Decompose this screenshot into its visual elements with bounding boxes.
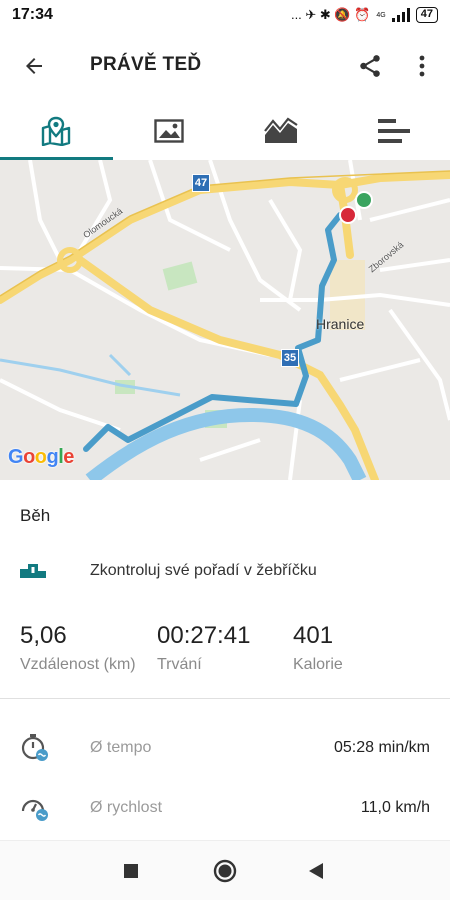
pace-icon <box>21 734 48 761</box>
triangle-back-icon <box>309 863 323 879</box>
network-type: 4G <box>376 11 386 19</box>
battery-indicator: 47 <box>415 7 438 23</box>
city-label: Hranice <box>316 316 365 332</box>
speed-icon <box>21 799 48 821</box>
more-vert-icon <box>419 55 425 77</box>
map-canvas <box>0 160 450 480</box>
tab-chart[interactable] <box>225 102 338 160</box>
map-pin-icon <box>42 116 71 146</box>
distance-stat: 5,06 Vzdálenost (km) <box>20 622 136 674</box>
pace-row: Ø tempo 05:28 min/km <box>0 725 450 775</box>
podium-icon <box>20 564 46 578</box>
tab-bar <box>0 102 450 160</box>
page-title: PRÁVĚ TEĎ <box>90 54 202 75</box>
back-nav-button[interactable] <box>302 857 330 885</box>
back-button[interactable] <box>14 48 54 84</box>
system-nav-bar <box>0 840 450 900</box>
tab-laps[interactable] <box>338 102 450 160</box>
duration-stat: 00:27:41 Trvání <box>157 622 250 674</box>
tab-photos[interactable] <box>113 102 226 160</box>
duration-label: Trvání <box>157 656 202 673</box>
duration-value: 00:27:41 <box>157 622 251 649</box>
status-icons: ... ✈ ✱ 🔕 ⏰ 4G 47 <box>291 6 438 24</box>
speed-value: 11,0 km/h <box>360 799 430 816</box>
bars-icon <box>377 119 410 143</box>
distance-label: Vzdálenost (km) <box>20 656 136 673</box>
pace-value: 05:28 min/km <box>333 739 430 756</box>
area-chart-icon <box>264 117 298 143</box>
tab-map[interactable] <box>0 102 113 160</box>
status-icon-row: ... ✈ ✱ 🔕 ⏰ <box>290 7 371 22</box>
status-bar: 17:34 ... ✈ ✱ 🔕 ⏰ 4G 47 <box>0 0 450 30</box>
image-icon <box>154 119 184 143</box>
square-icon <box>124 864 138 878</box>
share-button[interactable] <box>352 50 388 82</box>
activity-summary: Běh Zkontroluj své pořadí v žebříčku 5,0… <box>0 480 450 840</box>
circle-icon <box>213 859 237 883</box>
sport-type: Běh <box>20 506 51 525</box>
pace-label: Ø tempo <box>90 739 152 756</box>
calories-label: Kalorie <box>293 656 343 673</box>
leaderboard-link[interactable]: Zkontroluj své pořadí v žebříčku <box>0 550 450 594</box>
road-number-35: 35 <box>281 349 299 367</box>
calories-value: 401 <box>293 622 334 649</box>
leaderboard-text: Zkontroluj své pořadí v žebříčku <box>90 562 317 579</box>
calories-stat: 401 Kalorie <box>293 622 343 674</box>
recents-button[interactable] <box>117 857 145 885</box>
arrow-back-icon <box>26 58 42 74</box>
speed-row: Ø rychlost 11,0 km/h <box>0 785 450 835</box>
more-options-button[interactable] <box>406 50 438 82</box>
status-time: 17:34 <box>12 6 53 23</box>
home-button[interactable] <box>211 857 239 885</box>
divider <box>0 698 450 699</box>
road-number-47: 47 <box>192 174 210 192</box>
route-map[interactable]: 47 35 Olomoucká Zborovská Hranice Google <box>0 160 450 480</box>
speed-label: Ø rychlost <box>90 799 163 816</box>
app-bar: PRÁVĚ TEĎ <box>0 30 450 102</box>
google-logo: Google <box>8 446 74 468</box>
signal-icon <box>391 8 410 22</box>
share-icon <box>360 55 380 77</box>
distance-value: 5,06 <box>20 622 67 649</box>
